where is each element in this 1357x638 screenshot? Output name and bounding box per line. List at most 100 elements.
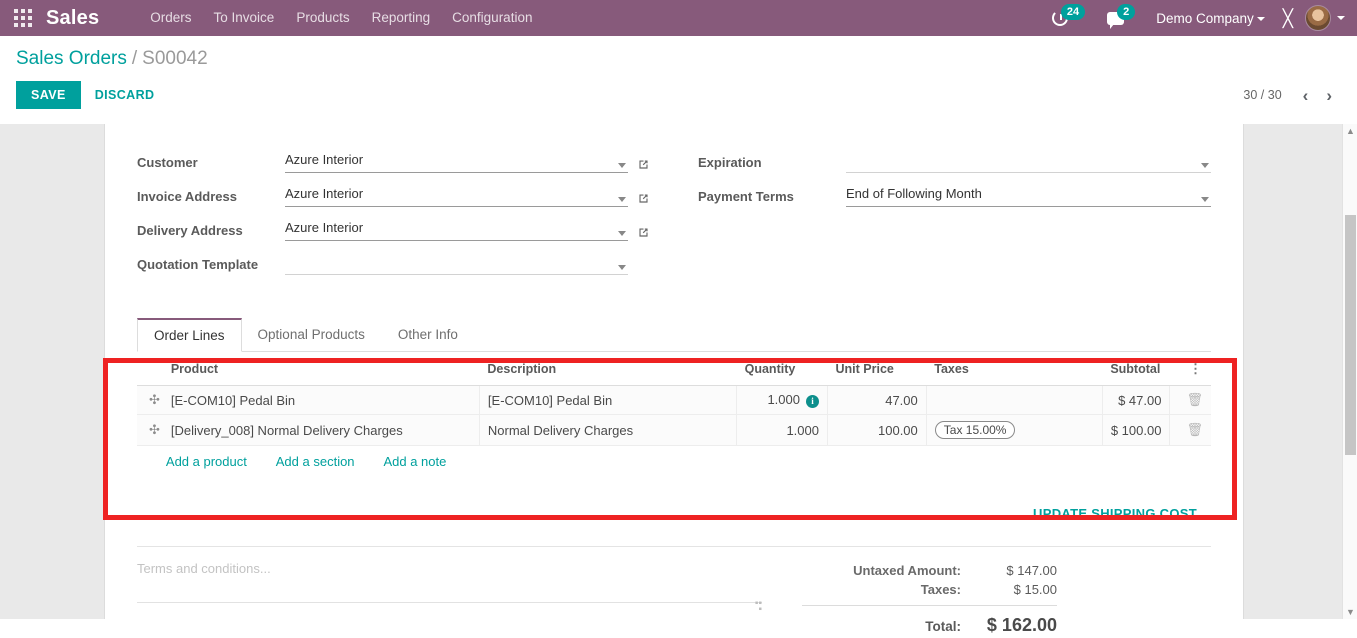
expiration-input[interactable]	[846, 151, 1211, 173]
table-row[interactable]: ✣ [Delivery_008] Normal Delivery Charges…	[137, 415, 1211, 446]
menu-item-to-invoice[interactable]: To Invoice	[203, 0, 286, 36]
taxes-value: $ 15.00	[979, 582, 1057, 597]
tab-other-info[interactable]: Other Info	[381, 318, 475, 352]
field-expiration-input-wrap	[846, 151, 1211, 173]
field-invoice-address-label: Invoice Address	[137, 189, 285, 207]
form-column-right: Expiration Payment Terms	[698, 150, 1211, 286]
delivery-address-external-link-icon[interactable]	[628, 226, 650, 241]
field-payment-terms: Payment Terms	[698, 184, 1211, 207]
notebook-tabs: Order Lines Optional Products Other Info	[137, 317, 1211, 352]
row-unit-price[interactable]: 100.00	[828, 415, 927, 446]
col-unit-price[interactable]: Unit Price	[828, 352, 927, 386]
col-subtotal[interactable]: Subtotal	[1102, 352, 1170, 386]
row-quantity[interactable]: 1.000	[737, 415, 828, 446]
col-handle	[137, 352, 163, 386]
tab-optional-products[interactable]: Optional Products	[241, 318, 382, 352]
field-quotation-template-input-wrap	[285, 253, 628, 275]
add-a-note-link[interactable]: Add a note	[383, 454, 446, 469]
field-expiration-control	[846, 151, 1211, 173]
avatar[interactable]	[1305, 5, 1331, 31]
terms-and-conditions-input[interactable]	[137, 561, 762, 603]
field-delivery-address-input-wrap	[285, 219, 628, 241]
trash-icon[interactable]: 🗑	[1186, 422, 1203, 437]
untaxed-amount-value: $ 147.00	[979, 563, 1057, 578]
field-customer-control	[285, 151, 650, 173]
notebook: Order Lines Optional Products Other Info…	[137, 317, 1211, 534]
taxes-line: Taxes: $ 15.00	[802, 580, 1057, 599]
row-product[interactable]: [Delivery_008] Normal Delivery Charges	[163, 415, 480, 446]
field-delivery-address: Delivery Address	[137, 218, 650, 241]
form-column-left: Customer Invoice Address	[137, 150, 650, 286]
row-delete-cell[interactable]: 🗑	[1170, 415, 1211, 446]
messages-button[interactable]: 2	[1096, 10, 1146, 26]
untaxed-amount-label: Untaxed Amount:	[853, 563, 961, 578]
field-expiration-label: Expiration	[698, 155, 846, 173]
menu-item-configuration[interactable]: Configuration	[441, 0, 543, 36]
messages-count-badge: 2	[1117, 4, 1135, 20]
breadcrumb-sales-orders[interactable]: Sales Orders	[16, 48, 127, 69]
row-quantity-cell[interactable]: 1.000i	[737, 386, 828, 415]
terms-column: ▪▪▪	[137, 561, 802, 638]
column-options-icon[interactable]: ⋮	[1170, 352, 1211, 386]
discard-button[interactable]: DISCARD	[81, 81, 169, 109]
invoice-address-external-link-icon[interactable]	[628, 192, 650, 207]
col-product[interactable]: Product	[163, 352, 480, 386]
row-description[interactable]: Normal Delivery Charges	[479, 415, 736, 446]
col-quantity[interactable]: Quantity	[737, 352, 828, 386]
add-a-product-link[interactable]: Add a product	[166, 454, 247, 469]
scrollbar-up-arrow-icon[interactable]: ▲	[1346, 126, 1355, 136]
col-taxes[interactable]: Taxes	[926, 352, 1102, 386]
save-button[interactable]: SAVE	[16, 81, 81, 109]
row-subtotal: $ 100.00	[1102, 415, 1170, 446]
pager-next-icon[interactable]: ›	[1317, 87, 1341, 104]
form-sheet-inner: Customer Invoice Address	[105, 124, 1243, 619]
scrollbar-thumb[interactable]	[1345, 215, 1356, 455]
row-description[interactable]: [E-COM10] Pedal Bin	[479, 386, 736, 415]
add-line-row: Add a product Add a section Add a note	[137, 446, 1211, 478]
breadcrumb: Sales Orders/S00042	[16, 46, 1341, 72]
tax-badge: Tax 15.00%	[935, 421, 1016, 439]
pager-previous-icon[interactable]: ‹	[1294, 87, 1318, 104]
app-brand-title[interactable]: Sales	[46, 7, 99, 30]
quotation-template-input[interactable]	[285, 253, 628, 275]
menu-item-orders[interactable]: Orders	[139, 0, 202, 36]
customer-input[interactable]	[285, 151, 628, 173]
order-lines-body: ✣ [E-COM10] Pedal Bin [E-COM10] Pedal Bi…	[137, 386, 1211, 478]
menu-item-reporting[interactable]: Reporting	[361, 0, 442, 36]
avatar-chevron-down-icon[interactable]	[1337, 16, 1345, 20]
row-taxes[interactable]	[926, 386, 1102, 415]
add-a-section-link[interactable]: Add a section	[276, 454, 355, 469]
customer-external-link-icon[interactable]	[628, 158, 650, 173]
activities-button[interactable]: 24	[1041, 10, 1096, 26]
invoice-address-input[interactable]	[285, 185, 628, 207]
drag-handle-icon: ✣	[149, 392, 160, 408]
table-row[interactable]: ✣ [E-COM10] Pedal Bin [E-COM10] Pedal Bi…	[137, 386, 1211, 415]
totals-column: Untaxed Amount: $ 147.00 Taxes: $ 15.00 …	[802, 561, 1057, 638]
debug-tools-icon[interactable]: ╳	[1271, 10, 1305, 27]
control-panel-actions: SAVE DISCARD 30 / 30 ‹ ›	[16, 81, 1341, 118]
page-scrollbar[interactable]: ▲ ▼	[1342, 124, 1357, 619]
apps-grid-icon[interactable]	[0, 0, 46, 36]
delivery-address-input[interactable]	[285, 219, 628, 241]
tab-order-lines[interactable]: Order Lines	[137, 318, 242, 352]
row-product[interactable]: [E-COM10] Pedal Bin	[163, 386, 480, 415]
row-drag-handle[interactable]: ✣	[137, 386, 163, 415]
field-expiration: Expiration	[698, 150, 1211, 173]
untaxed-amount-line: Untaxed Amount: $ 147.00	[802, 561, 1057, 580]
field-quotation-template: Quotation Template	[137, 252, 650, 275]
row-drag-handle[interactable]: ✣	[137, 415, 163, 446]
col-description[interactable]: Description	[479, 352, 736, 386]
scrollbar-down-arrow-icon[interactable]: ▼	[1346, 607, 1355, 617]
menu-item-products[interactable]: Products	[285, 0, 360, 36]
chevron-down-icon	[1257, 17, 1265, 21]
row-taxes-cell[interactable]: Tax 15.00%	[926, 415, 1102, 446]
row-unit-price[interactable]: 47.00	[828, 386, 927, 415]
payment-terms-input[interactable]	[846, 185, 1211, 207]
row-delete-cell[interactable]: 🗑	[1170, 386, 1211, 415]
trash-icon[interactable]: 🗑	[1186, 392, 1203, 407]
info-icon[interactable]: i	[806, 395, 819, 408]
update-shipping-cost-button[interactable]: UPDATE SHIPPING COST	[1027, 505, 1203, 522]
field-customer-label: Customer	[137, 155, 285, 173]
update-shipping-row: UPDATE SHIPPING COST	[137, 477, 1211, 534]
company-switcher[interactable]: Demo Company	[1146, 11, 1271, 26]
